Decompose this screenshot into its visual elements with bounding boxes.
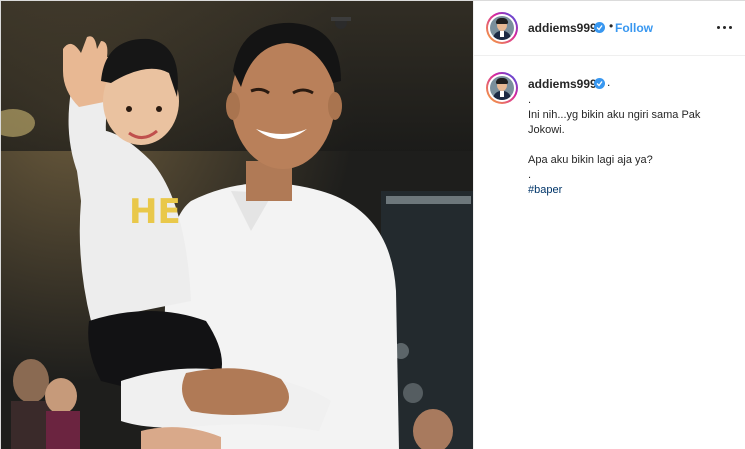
more-options-icon[interactable] [714, 19, 736, 35]
caption-username-link[interactable]: addiems999 [528, 77, 597, 91]
avatar[interactable] [486, 72, 518, 104]
verified-badge-icon [594, 22, 605, 33]
caption-line: . [528, 169, 532, 181]
post-photo[interactable]: HE [1, 1, 473, 449]
caption-line: . [528, 94, 532, 106]
caption-trailing-dot: . [607, 75, 611, 89]
follow-button[interactable]: Follow [615, 21, 653, 35]
separator-dot: • [609, 19, 614, 33]
caption-line: Ini nih...yg bikin aku ngiri sama Pak [528, 109, 701, 121]
post-header: addiems999 • Follow [474, 1, 745, 56]
verified-badge-icon [594, 78, 605, 89]
header-username-link[interactable]: addiems999 [528, 21, 597, 35]
avatar[interactable] [486, 12, 518, 44]
caption-text: . Ini nih...yg bikin aku ngiri sama Pak … [528, 93, 728, 198]
photo-illustration: HE [1, 1, 473, 449]
svg-text:HE: HE [129, 192, 181, 232]
caption-line: Apa aku bikin lagi aja ya? [528, 154, 653, 166]
caption-line: Jokowi. [528, 124, 565, 136]
post-frame: HE addiems999 • Follow addiems999 . . In… [0, 0, 745, 449]
caption-line [528, 138, 728, 153]
hashtag-link[interactable]: #baper [528, 183, 728, 198]
post-side-panel: addiems999 • Follow addiems999 . . Ini n… [473, 1, 745, 449]
